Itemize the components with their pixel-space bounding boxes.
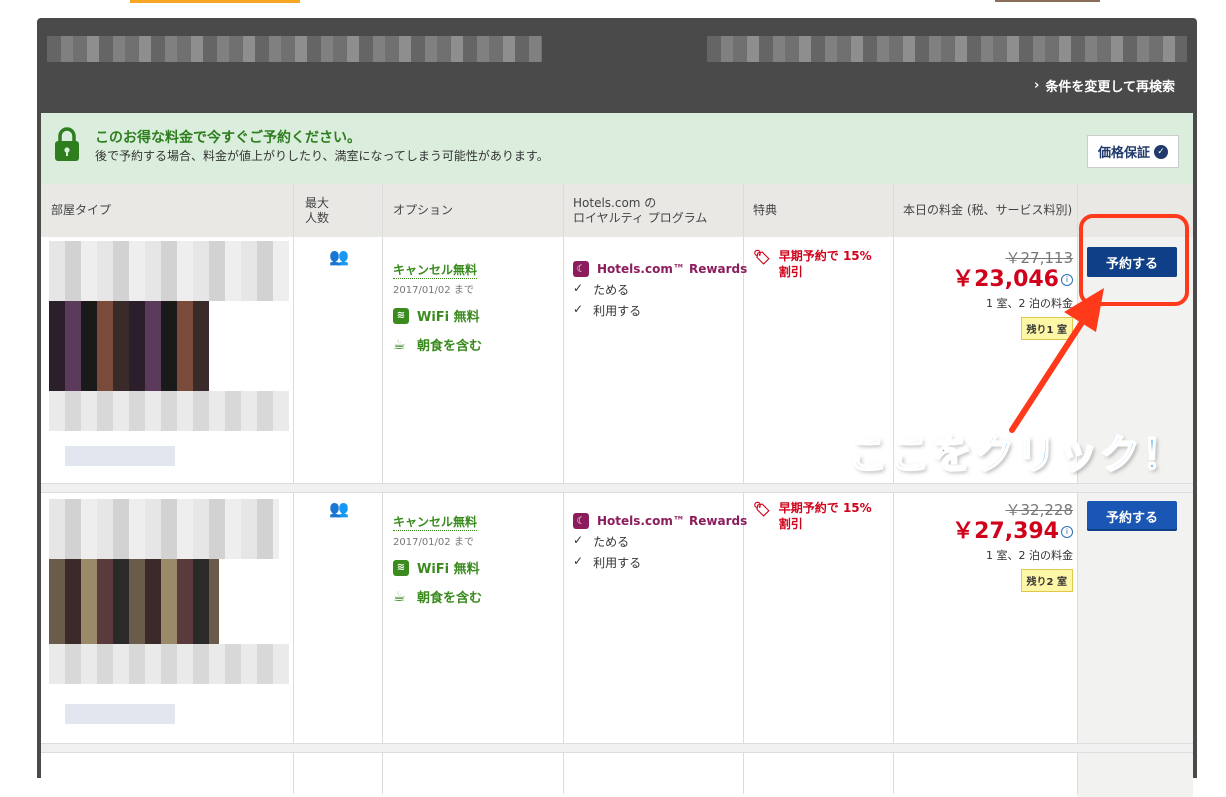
table-header: 部屋タイプ 最大 人数 オプション Hotels.com の ロイヤルティ プロ… xyxy=(41,184,1193,237)
new-price: ￥23,046 i xyxy=(883,268,1073,291)
rewards-moon-icon: ☾ xyxy=(573,261,589,277)
loyalty-earn: ✓ ためる xyxy=(573,281,630,297)
wifi-icon: ≋ xyxy=(393,307,409,324)
chevron-right-icon: › xyxy=(1034,78,1040,93)
blurred-hotel-name xyxy=(47,36,542,62)
room-options: キャンセル無料 2017/01/02 まで ≋ WiFi 無料 ☕ 朝食を含む xyxy=(393,511,482,606)
free-cancel-link[interactable]: キャンセル無料 xyxy=(393,513,478,531)
coffee-cup-icon: ☕ xyxy=(393,588,406,605)
cancel-until: 2017/01/02 まで xyxy=(393,285,474,296)
col-max-persons-line1: 最大 xyxy=(305,195,330,210)
loyalty-use: ✓ 利用する xyxy=(573,302,642,318)
col-max-persons: 最大 人数 xyxy=(305,184,329,237)
promo-subtitle: 後で予約する場合、料金が値上がりしたり、満室になってしまう可能性があります。 xyxy=(95,149,549,163)
wifi-label: WiFi 無料 xyxy=(417,562,480,577)
price-per-stay: 1 室、2 泊の料金 xyxy=(986,549,1073,563)
old-price: ￥27,113 xyxy=(1005,249,1074,267)
wifi-label: WiFi 無料 xyxy=(417,310,480,325)
rewards-name: Hotels.com™ Rewards xyxy=(597,262,748,276)
promo-title: このお得な料金で今すぐご予約ください。 xyxy=(95,130,361,146)
rooms-left-badge: 残り2 室 xyxy=(1020,569,1073,593)
free-cancel-link[interactable]: キャンセル無料 xyxy=(393,261,478,279)
price-block: ￥32,228 ￥27,394 i 1 室、2 泊の料金 残り2 室 xyxy=(883,499,1074,593)
rooms-left-badge: 残り1 室 xyxy=(1020,317,1073,341)
two-persons-icon: 👥 xyxy=(329,247,349,266)
price-block: ￥27,113 ￥23,046 i 1 室、2 泊の料金 残り1 室 xyxy=(883,247,1074,341)
wifi-option: ≋ WiFi 無料 xyxy=(393,558,482,577)
tag-icon: 🏷 xyxy=(753,250,771,266)
loyalty-program: ☾ Hotels.com™ Rewards ✓ ためる ✓ 利用する xyxy=(573,513,747,571)
price-guarantee-button[interactable]: 価格保証 ✓ xyxy=(1086,135,1179,168)
early-booking-perk: 🏷 早期予約で 15% 割引 xyxy=(753,501,872,531)
blurred-hotel-address xyxy=(707,36,1187,62)
hotel-header: › 条件を変更して再検索 xyxy=(37,18,1197,113)
breakfast-label: 朝食を含む xyxy=(417,339,483,354)
lock-icon xyxy=(55,127,79,161)
room-row: 👥 キャンセル無料 2017/01/02 まで ≋ WiFi 無料 ☕ 朝食を含… xyxy=(41,493,1193,743)
check-icon: ✓ xyxy=(573,302,584,316)
room-options: キャンセル無料 2017/01/02 まで ≋ WiFi 無料 ☕ 朝食を含む xyxy=(393,259,482,354)
rewards-name: Hotels.com™ Rewards xyxy=(597,514,748,528)
price-per-stay: 1 室、2 泊の料金 xyxy=(986,297,1073,311)
two-persons-icon: 👥 xyxy=(329,499,349,518)
click-here-annotation: ここをクリック！ xyxy=(847,431,1184,479)
check-icon: ✓ xyxy=(573,281,584,295)
wifi-option: ≋ WiFi 無料 xyxy=(393,306,482,325)
requery-label: 条件を変更して再検索 xyxy=(1045,80,1175,95)
requery-link[interactable]: › 条件を変更して再検索 xyxy=(1034,76,1175,95)
col-perks: 特典 xyxy=(753,203,778,217)
tag-icon: 🏷 xyxy=(753,502,771,518)
col-loyalty-line2: ロイヤルティ プログラム xyxy=(573,210,708,225)
row-divider xyxy=(41,743,1193,753)
hotel-rooms-panel: › 条件を変更して再検索 このお得な料金で今すぐご予約ください。 後で予約する場… xyxy=(37,18,1197,797)
col-room-type: 部屋タイプ xyxy=(51,203,112,217)
col-max-persons-line2: 人数 xyxy=(305,210,330,225)
cancel-until: 2017/01/02 まで xyxy=(393,537,474,548)
book-button[interactable]: 予約する xyxy=(1087,501,1177,531)
check-icon: ✓ xyxy=(573,554,584,568)
breakfast-option: ☕ 朝食を含む xyxy=(393,335,483,355)
book-button-highlight xyxy=(1079,214,1189,306)
promo-banner: このお得な料金で今すぐご予約ください。 後で予約する場合、料金が値上がりしたり、… xyxy=(41,113,1193,185)
top-brown-bar xyxy=(995,0,1100,2)
room-photo-blurred xyxy=(49,499,289,739)
info-icon[interactable]: i xyxy=(1061,526,1073,538)
col-options: オプション xyxy=(393,203,454,217)
coffee-cup-icon: ☕ xyxy=(393,336,406,353)
loyalty-program: ☾ Hotels.com™ Rewards ✓ ためる ✓ 利用する xyxy=(573,261,747,319)
row-divider xyxy=(41,483,1193,493)
old-price: ￥32,228 xyxy=(1005,501,1074,519)
rewards-moon-icon: ☾ xyxy=(573,513,589,529)
early-booking-perk: 🏷 早期予約で 15% 割引 xyxy=(753,249,872,279)
wifi-icon: ≋ xyxy=(393,559,409,576)
check-badge-icon: ✓ xyxy=(1154,144,1168,159)
breakfast-option: ☕ 朝食を含む xyxy=(393,587,483,607)
top-orange-bar xyxy=(130,0,300,3)
loyalty-earn: ✓ ためる xyxy=(573,533,630,549)
col-price: 本日の料金 (税、サービス料別) xyxy=(903,203,1073,217)
col-loyalty: Hotels.com の ロイヤルティ プログラム xyxy=(573,184,707,237)
new-price: ￥27,394 i xyxy=(883,520,1073,543)
breakfast-label: 朝食を含む xyxy=(417,591,483,606)
price-guarantee-label: 価格保証 xyxy=(1097,146,1150,161)
room-photo-blurred xyxy=(49,241,289,483)
info-icon[interactable]: i xyxy=(1061,274,1073,286)
loyalty-use: ✓ 利用する xyxy=(573,554,642,570)
check-icon: ✓ xyxy=(573,533,584,547)
col-loyalty-line1: Hotels.com の xyxy=(573,195,657,210)
